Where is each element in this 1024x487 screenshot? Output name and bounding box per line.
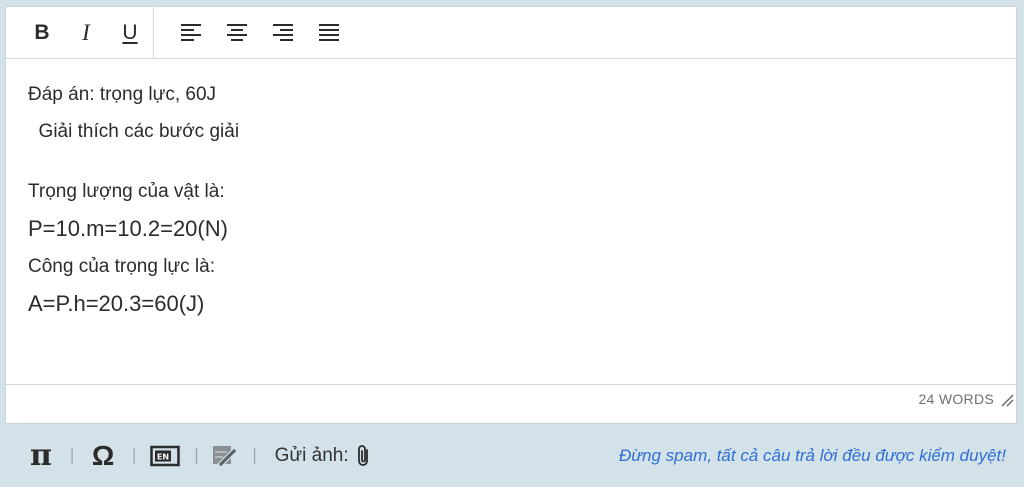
formula-line: A=P.h=20.3=60(J) bbox=[28, 291, 205, 316]
align-right-button[interactable] bbox=[260, 16, 306, 50]
editor-toolbar: B I U bbox=[6, 7, 1016, 59]
resize-handle-icon[interactable] bbox=[1000, 393, 1014, 407]
math-formula-button[interactable]: π bbox=[26, 438, 56, 473]
rich-text-editor: B I U Đáp án: trọng lực, 60J Giải thích … bbox=[5, 6, 1017, 424]
svg-text:EN: EN bbox=[157, 452, 169, 461]
align-center-button[interactable] bbox=[214, 16, 260, 50]
text-line: Trọng lượng của vật là: bbox=[28, 181, 225, 202]
align-left-button[interactable] bbox=[168, 16, 214, 50]
keyboard-language-button[interactable]: EN bbox=[150, 445, 181, 467]
separator: | bbox=[252, 446, 257, 464]
format-group: B I U bbox=[6, 7, 154, 58]
align-justify-button[interactable] bbox=[306, 16, 352, 50]
formula-line: P=10.m=10.2=20(N) bbox=[28, 216, 228, 241]
editor-status-bar: 24 WORDS bbox=[6, 384, 1016, 424]
underline-button[interactable]: U bbox=[108, 16, 152, 50]
align-right-icon bbox=[273, 23, 293, 41]
paperclip-icon bbox=[357, 444, 368, 466]
answer-editor-frame: B I U Đáp án: trọng lực, 60J Giải thích … bbox=[0, 0, 1024, 487]
align-left-icon bbox=[181, 23, 201, 41]
special-characters-button[interactable]: Ω bbox=[88, 440, 118, 472]
drawing-pen-icon bbox=[213, 445, 239, 468]
drawing-button[interactable] bbox=[212, 444, 239, 468]
separator: | bbox=[194, 446, 199, 464]
italic-button[interactable]: I bbox=[64, 16, 108, 50]
separator: | bbox=[70, 446, 75, 464]
attach-image-button[interactable] bbox=[355, 444, 373, 468]
word-count: 24 WORDS bbox=[918, 391, 994, 407]
separator: | bbox=[132, 446, 137, 464]
keyboard-en-icon: EN bbox=[150, 445, 181, 466]
alignment-group bbox=[154, 7, 352, 58]
align-center-icon bbox=[227, 23, 247, 41]
explanation-heading: Giải thích các bước giải bbox=[28, 121, 240, 142]
align-justify-icon bbox=[319, 23, 339, 41]
answer-line: Đáp án: trọng lực, 60J bbox=[28, 84, 217, 105]
bottom-toolbar: π | Ω | EN | | Gửi ảnh: Đừng spam, tất c… bbox=[0, 424, 1024, 487]
moderation-notice: Đừng spam, tất cả câu trả lời đều được k… bbox=[619, 446, 1006, 465]
text-line: Công của trọng lực là: bbox=[28, 256, 215, 277]
bold-button[interactable]: B bbox=[20, 16, 64, 50]
send-image-label: Gửi ảnh: bbox=[274, 444, 349, 466]
